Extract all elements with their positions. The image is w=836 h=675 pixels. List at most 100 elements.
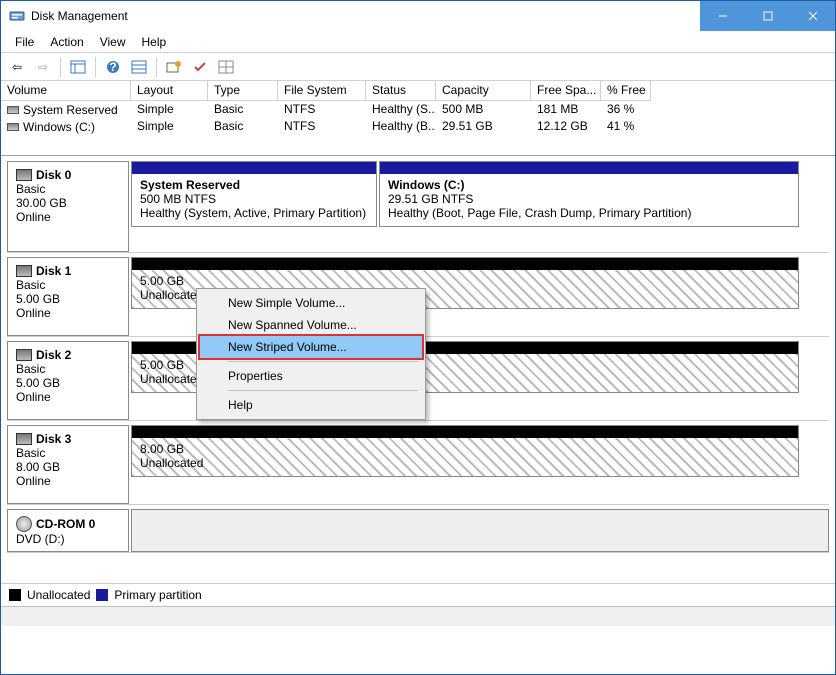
partition-name: System Reserved xyxy=(140,178,368,192)
disk-state: Online xyxy=(16,306,120,320)
cell-capacity: 500 MB xyxy=(436,101,531,118)
partition[interactable]: Windows (C:) 29.51 GB NTFS Healthy (Boot… xyxy=(379,161,799,227)
cell-volume: Windows (C:) xyxy=(23,120,95,134)
legend-label-unallocated: Unallocated xyxy=(27,588,90,602)
partition-color-bar xyxy=(132,258,798,270)
list-row[interactable]: Windows (C:) Simple Basic NTFS Healthy (… xyxy=(1,118,835,135)
menu-separator xyxy=(228,361,418,362)
menu-new-spanned-volume[interactable]: New Spanned Volume... xyxy=(200,314,422,336)
list-header: Volume Layout Type File System Status Ca… xyxy=(1,81,835,101)
disk-type: DVD (D:) xyxy=(16,532,120,546)
help-button[interactable]: ? xyxy=(101,56,125,78)
drive-icon xyxy=(7,106,19,114)
partition-color-bar xyxy=(380,162,798,174)
disk-header[interactable]: Disk 1 Basic 5.00 GB Online xyxy=(7,257,129,336)
disk-row: Disk 0 Basic 30.00 GB Online System Rese… xyxy=(7,161,829,253)
disk-size: 8.00 GB xyxy=(16,460,120,474)
col-type[interactable]: Type xyxy=(208,81,278,101)
toolbar-divider xyxy=(95,57,96,77)
cell-free: 181 MB xyxy=(531,101,601,118)
cell-fs: NTFS xyxy=(278,101,366,118)
disk-size: 30.00 GB xyxy=(16,196,120,210)
close-button[interactable] xyxy=(790,1,835,31)
col-pctfree[interactable]: % Free xyxy=(601,81,651,101)
cell-layout: Simple xyxy=(131,118,208,135)
col-layout[interactable]: Layout xyxy=(131,81,208,101)
menu-help[interactable]: Help xyxy=(200,394,422,416)
legend-label-primary: Primary partition xyxy=(114,588,201,602)
disk-header[interactable]: Disk 2 Basic 5.00 GB Online xyxy=(7,341,129,420)
disk-name: CD-ROM 0 xyxy=(36,517,95,531)
cdrom-icon xyxy=(16,516,32,532)
disk-icon xyxy=(16,265,32,277)
menu-action[interactable]: Action xyxy=(42,33,91,51)
legend-swatch-primary xyxy=(96,589,108,601)
menu-new-simple-volume[interactable]: New Simple Volume... xyxy=(200,292,422,314)
window-title: Disk Management xyxy=(31,9,128,23)
menu-help[interactable]: Help xyxy=(134,33,175,51)
col-free[interactable]: Free Spa... xyxy=(531,81,601,101)
partition-name: Windows (C:) xyxy=(388,178,790,192)
back-button[interactable]: ⇦ xyxy=(5,56,29,78)
disk-size: 5.00 GB xyxy=(16,376,120,390)
disk-type: Basic xyxy=(16,182,120,196)
disk-type: Basic xyxy=(16,362,120,376)
menu-new-striped-volume[interactable]: New Striped Volume... xyxy=(198,334,424,360)
menu-bar: File Action View Help xyxy=(1,31,835,53)
cell-type: Basic xyxy=(208,118,278,135)
partition-status: Healthy (System, Active, Primary Partiti… xyxy=(140,206,368,220)
list-button[interactable] xyxy=(127,56,151,78)
partition[interactable]: 8.00 GB Unallocated xyxy=(131,425,799,477)
menu-file[interactable]: File xyxy=(7,33,42,51)
minimize-button[interactable] xyxy=(700,1,745,31)
disk-name: Disk 0 xyxy=(36,168,71,182)
disk-row: Disk 3 Basic 8.00 GB Online 8.00 GB Unal… xyxy=(7,425,829,505)
partition-size: 29.51 GB NTFS xyxy=(388,192,790,206)
disk-graphical-view[interactable]: Disk 0 Basic 30.00 GB Online System Rese… xyxy=(1,156,835,626)
cell-layout: Simple xyxy=(131,101,208,118)
partition-status: Unallocated xyxy=(140,456,790,470)
list-row[interactable]: System Reserved Simple Basic NTFS Health… xyxy=(1,101,835,118)
toolbar-divider xyxy=(156,57,157,77)
cell-status: Healthy (S... xyxy=(366,101,436,118)
col-capacity[interactable]: Capacity xyxy=(436,81,531,101)
disk-header[interactable]: CD-ROM 0 DVD (D:) xyxy=(7,509,129,552)
partition-size: 500 MB NTFS xyxy=(140,192,368,206)
partition-size: 5.00 GB xyxy=(140,274,790,288)
menu-properties[interactable]: Properties xyxy=(200,365,422,387)
disk-name: Disk 3 xyxy=(36,432,71,446)
forward-button[interactable]: ⇨ xyxy=(31,56,55,78)
disk-state: Online xyxy=(16,474,120,488)
toolbar-divider xyxy=(60,57,61,77)
disk-name: Disk 2 xyxy=(36,348,71,362)
col-filesystem[interactable]: File System xyxy=(278,81,366,101)
disk-header[interactable]: Disk 3 Basic 8.00 GB Online xyxy=(7,425,129,504)
menu-view[interactable]: View xyxy=(92,33,134,51)
cell-type: Basic xyxy=(208,101,278,118)
cell-fs: NTFS xyxy=(278,118,366,135)
cell-volume: System Reserved xyxy=(23,103,118,117)
legend: Unallocated Primary partition xyxy=(1,583,835,606)
grid-button[interactable] xyxy=(214,56,238,78)
cell-capacity: 29.51 GB xyxy=(436,118,531,135)
volume-list[interactable]: Volume Layout Type File System Status Ca… xyxy=(1,81,835,156)
col-volume[interactable]: Volume xyxy=(1,81,131,101)
col-status[interactable]: Status xyxy=(366,81,436,101)
settings-button[interactable] xyxy=(162,56,186,78)
disk-state: Online xyxy=(16,390,120,404)
maximize-button[interactable] xyxy=(745,1,790,31)
disk-icon xyxy=(16,169,32,181)
check-button[interactable] xyxy=(188,56,212,78)
disk-type: Basic xyxy=(16,446,120,460)
disk-header[interactable]: Disk 0 Basic 30.00 GB Online xyxy=(7,161,129,252)
partition-size: 8.00 GB xyxy=(140,442,790,456)
cell-free: 12.12 GB xyxy=(531,118,601,135)
partition-color-bar xyxy=(132,426,798,438)
view-button[interactable] xyxy=(66,56,90,78)
cell-pct: 36 % xyxy=(601,101,651,118)
partition[interactable]: System Reserved 500 MB NTFS Healthy (Sys… xyxy=(131,161,377,227)
app-icon xyxy=(9,8,25,24)
cell-pct: 41 % xyxy=(601,118,651,135)
disk-icon xyxy=(16,349,32,361)
disk-name: Disk 1 xyxy=(36,264,71,278)
